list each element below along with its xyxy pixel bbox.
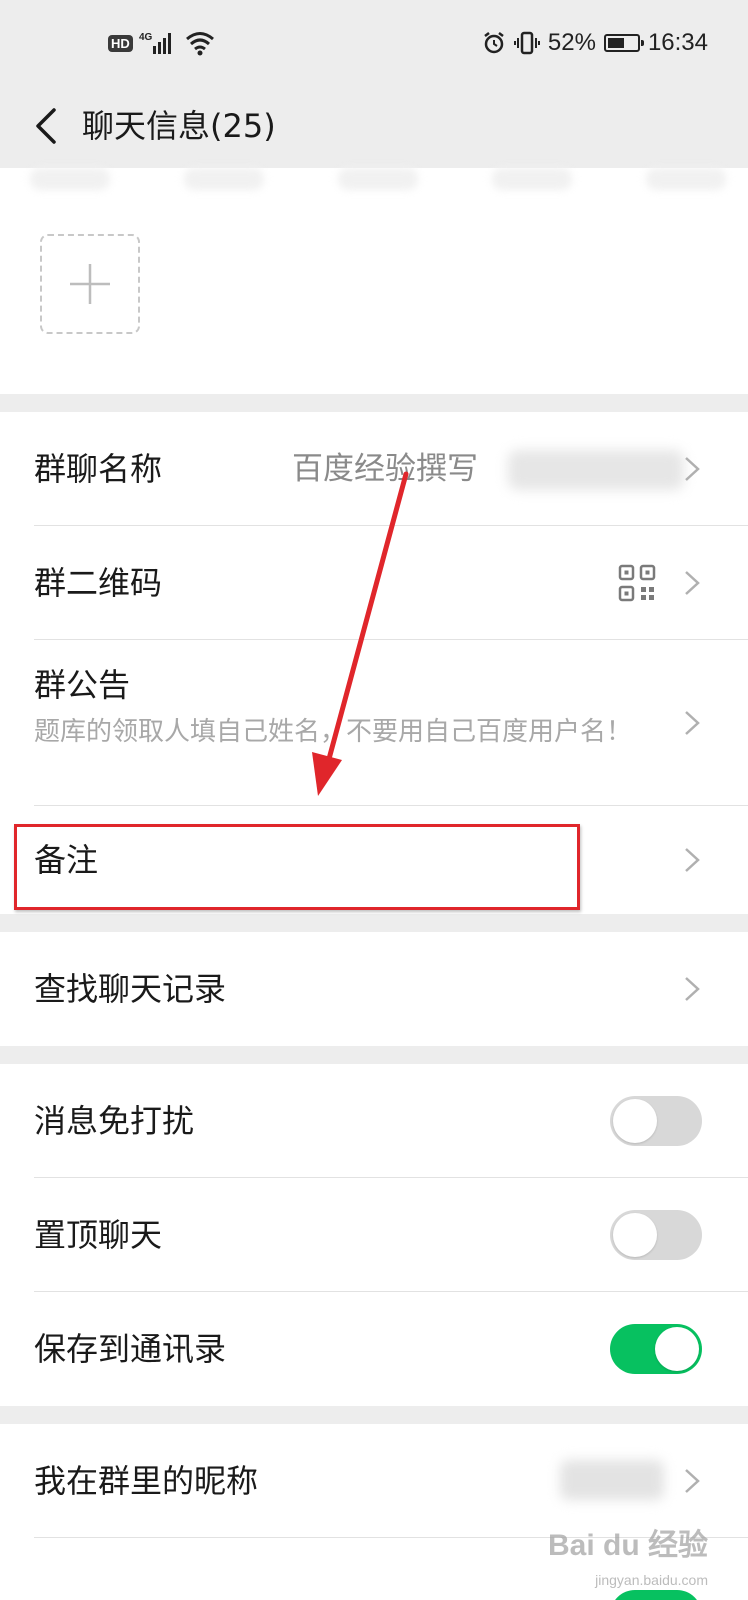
member-section <box>0 168 748 394</box>
toggle-section: 消息免打扰 置顶聊天 保存到通讯录 <box>0 1064 748 1406</box>
chevron-right-icon <box>685 457 700 481</box>
group-qr-label: 群二维码 <box>34 564 163 602</box>
status-left: HD 4G <box>108 28 215 58</box>
battery-icon <box>603 34 644 52</box>
search-history-label: 查找聊天记录 <box>34 970 227 1008</box>
toggle-knob <box>613 1213 657 1257</box>
member-names-blurred <box>30 168 726 196</box>
toggle-knob <box>613 1099 657 1143</box>
search-history-row[interactable]: 查找聊天记录 <box>0 932 748 1046</box>
chevron-left-icon <box>36 108 56 144</box>
group-name-row[interactable]: 群聊名称 百度经验撰写 <box>0 412 748 526</box>
mute-toggle[interactable] <box>610 1096 702 1146</box>
watermark-logo: Bai du 经验 <box>547 1529 708 1562</box>
remark-row[interactable]: 备注 <box>0 806 748 914</box>
chevron-right-icon <box>685 571 700 595</box>
battery-percent: 52% <box>547 29 596 56</box>
group-name-label: 群聊名称 <box>34 450 163 488</box>
group-name-value: 百度经验撰写 <box>292 451 478 487</box>
save-contacts-label: 保存到通讯录 <box>34 1330 227 1368</box>
group-notice-row[interactable]: 群公告 题库的领取人填自己姓名，不要用自己百度用户名！ <box>0 640 748 806</box>
signal-icon: 4G <box>139 32 171 54</box>
clock: 16:34 <box>647 29 708 56</box>
back-button[interactable] <box>22 102 70 150</box>
pin-toggle[interactable] <box>610 1210 702 1260</box>
watermark-url: jingyan.baidu.com <box>595 1572 708 1588</box>
alarm-icon <box>484 32 504 54</box>
remark-label: 备注 <box>34 841 99 879</box>
status-bar: HD 4G 52% 16:34 <box>0 0 748 84</box>
group-name-blurred <box>508 450 684 490</box>
pin-label: 置顶聊天 <box>34 1216 163 1254</box>
group-info-section: 群聊名称 百度经验撰写 群二维码 群公告 题库的领取人填自己姓名，不要用自己百度… <box>0 412 748 914</box>
group-qr-row[interactable]: 群二维码 <box>0 526 748 640</box>
plus-icon <box>70 264 110 304</box>
chevron-right-icon <box>685 848 700 872</box>
qr-code-icon <box>618 564 656 602</box>
search-history-section: 查找聊天记录 <box>0 932 748 1046</box>
mute-row: 消息免打扰 <box>0 1064 748 1178</box>
mute-label: 消息免打扰 <box>34 1102 195 1140</box>
partial-toggle[interactable] <box>610 1590 702 1600</box>
toggle-knob <box>655 1327 699 1371</box>
group-notice-label: 群公告 <box>34 666 131 704</box>
svg-text:4G: 4G <box>139 32 153 43</box>
chevron-right-icon <box>685 1469 700 1493</box>
status-right: 52% 16:34 <box>482 26 708 60</box>
wifi-icon <box>185 32 214 56</box>
chevron-right-icon <box>685 977 700 1001</box>
vibrate-icon <box>513 31 540 55</box>
save-contacts-row: 保存到通讯录 <box>0 1292 748 1406</box>
nickname-value-blurred <box>560 1460 664 1500</box>
pin-row: 置顶聊天 <box>0 1178 748 1292</box>
group-notice-text: 题库的领取人填自己姓名，不要用自己百度用户名！ <box>34 717 633 747</box>
hd-badge: HD <box>108 34 133 52</box>
nav-bar: 聊天信息(25) <box>0 84 748 168</box>
save-contacts-toggle[interactable] <box>610 1324 702 1374</box>
add-member-button[interactable] <box>40 234 140 334</box>
chevron-right-icon <box>685 711 700 735</box>
nickname-label: 我在群里的昵称 <box>34 1462 259 1500</box>
page-title: 聊天信息(25) <box>82 107 276 145</box>
